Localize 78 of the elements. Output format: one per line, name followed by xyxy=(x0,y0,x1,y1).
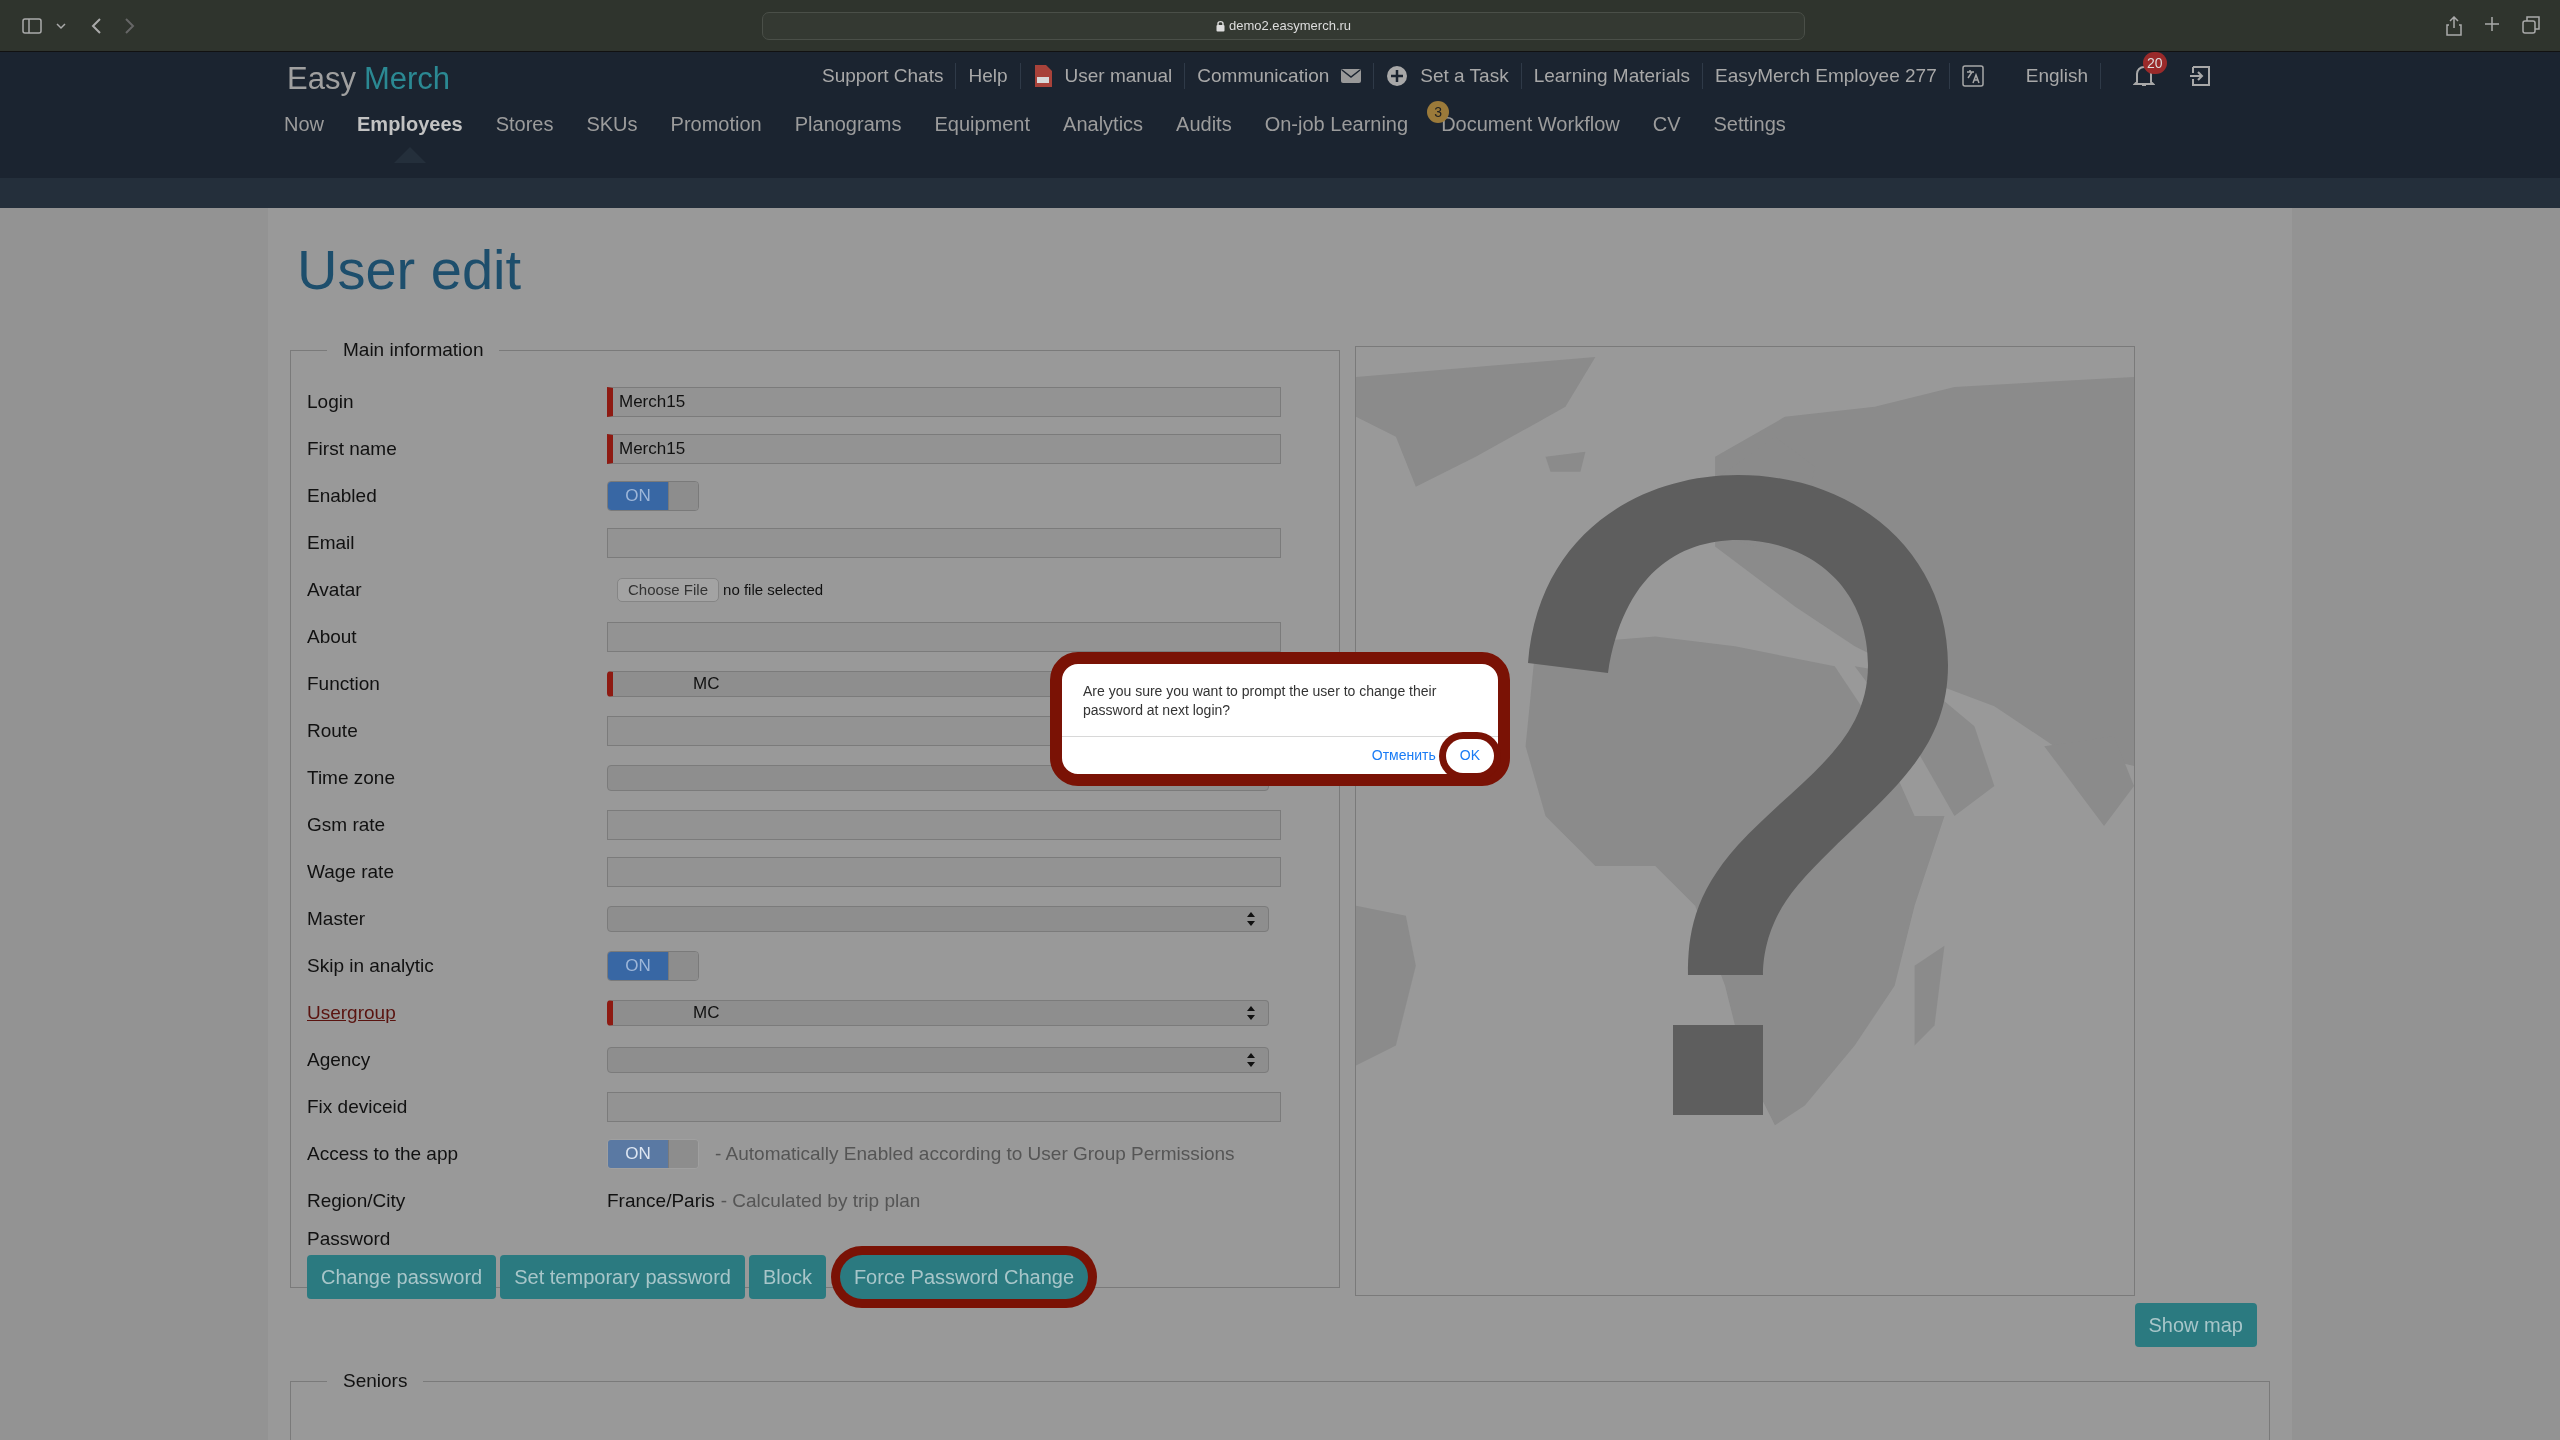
text-field[interactable] xyxy=(607,810,1281,840)
nav-tab[interactable]: SKUs xyxy=(586,113,638,135)
text-field[interactable] xyxy=(607,1092,1281,1122)
field-label: Avatar xyxy=(307,578,362,600)
field-label: Access to the app xyxy=(307,1142,459,1164)
question-mark-icon xyxy=(1528,475,1948,1115)
mail-icon[interactable] xyxy=(1341,69,1362,84)
field-label: Skip in analytic xyxy=(307,954,434,976)
field-label: Enabled xyxy=(307,484,377,506)
field-label: Master xyxy=(307,907,366,929)
section-legend: Seniors xyxy=(327,1367,424,1396)
choose-file-button[interactable]: Choose File xyxy=(617,578,720,602)
plus-circle-icon xyxy=(1386,65,1409,88)
password-label: Password xyxy=(307,1226,392,1249)
field-label: Route xyxy=(307,719,358,741)
region-note: - Calculated by trip plan xyxy=(720,1188,921,1213)
help-link[interactable]: Help xyxy=(968,62,1008,91)
nav-tab[interactable]: Employees xyxy=(357,113,463,135)
nav-tab[interactable]: On-job Learning xyxy=(1264,113,1409,135)
page-title: User edit xyxy=(296,237,523,303)
section-legend: Main information xyxy=(327,336,500,365)
nav-tab[interactable]: Stores xyxy=(495,113,554,135)
user-manual-link[interactable]: User manual xyxy=(1064,62,1173,91)
dropdown-arrows-icon xyxy=(1246,1052,1256,1068)
field-label: About xyxy=(307,625,357,647)
select-field[interactable] xyxy=(607,1047,1269,1073)
logo-text: Merch xyxy=(363,60,451,98)
share-icon[interactable] xyxy=(2446,16,2462,36)
lock-icon xyxy=(1215,20,1225,32)
field-label: Function xyxy=(307,672,380,694)
field-label: Time zone xyxy=(307,766,395,788)
logo-text: Easy xyxy=(287,60,356,98)
pdf-document-icon xyxy=(1032,64,1053,89)
cancel-button[interactable]: Отменить xyxy=(1371,745,1436,766)
select-field[interactable] xyxy=(607,906,1269,932)
nav-tab[interactable]: Analytics xyxy=(1063,113,1144,135)
text-field[interactable]: Merch15 xyxy=(607,434,1281,464)
region-value: France/Paris xyxy=(607,1188,715,1213)
field-label: Fix deviceid xyxy=(307,1095,408,1117)
file-status: no file selected xyxy=(723,579,824,600)
address-bar[interactable]: demo2.easymerch.ru xyxy=(762,12,1805,40)
sidebar-icon[interactable] xyxy=(22,17,42,34)
notification-badge: 20 xyxy=(2143,52,2167,75)
dropdown-arrows-icon xyxy=(1246,911,1256,927)
field-label: Email xyxy=(307,531,355,553)
plus-icon[interactable] xyxy=(2484,16,2500,32)
field-label: Wage rate xyxy=(307,860,394,882)
text-field[interactable] xyxy=(607,857,1281,887)
nav-tab[interactable]: Equipment xyxy=(934,113,1031,135)
dropdown-arrows-icon xyxy=(1246,1005,1256,1021)
translate-icon[interactable] xyxy=(1961,65,1984,88)
user-name-link[interactable]: EasyMerch Employee 277 xyxy=(1714,62,1937,91)
learning-materials-link[interactable]: Learning Materials xyxy=(1533,62,1690,91)
field-label: First name xyxy=(307,437,397,459)
nav-tab[interactable]: Now xyxy=(284,113,324,135)
set-task-link[interactable]: Set a Task xyxy=(1420,62,1509,91)
back-icon[interactable] xyxy=(90,16,102,35)
chevron-down-icon[interactable] xyxy=(56,21,66,30)
language-link[interactable]: English xyxy=(2025,62,2089,91)
text-field[interactable] xyxy=(607,622,1281,652)
nav-tab[interactable]: Settings xyxy=(1713,113,1786,135)
support-chats-link[interactable]: Support Chats xyxy=(822,62,944,91)
field-label: Region/City xyxy=(307,1189,406,1211)
tabs-icon[interactable] xyxy=(2522,16,2540,34)
nav-tab[interactable]: Audits xyxy=(1176,113,1232,135)
field-label: Gsm rate xyxy=(307,813,386,835)
url-text: demo2.easymerch.ru xyxy=(1228,17,1352,36)
toggle-note: - Automatically Enabled according to User Group Permissions xyxy=(715,1141,1235,1166)
select-field[interactable]: MC xyxy=(607,1000,1269,1026)
field-label: Agency xyxy=(307,1048,371,1070)
usergroup-link[interactable]: Usergroup xyxy=(307,1001,396,1023)
text-field[interactable]: Merch15 xyxy=(607,387,1281,417)
nav-tab[interactable]: Planograms xyxy=(794,113,902,135)
field-label: Login xyxy=(307,390,354,412)
nav-tab[interactable]: Promotion xyxy=(670,113,762,135)
communication-link[interactable]: Communication xyxy=(1197,62,1330,91)
nav-tab[interactable]: CV xyxy=(1652,113,1681,135)
text-field[interactable] xyxy=(607,528,1281,558)
